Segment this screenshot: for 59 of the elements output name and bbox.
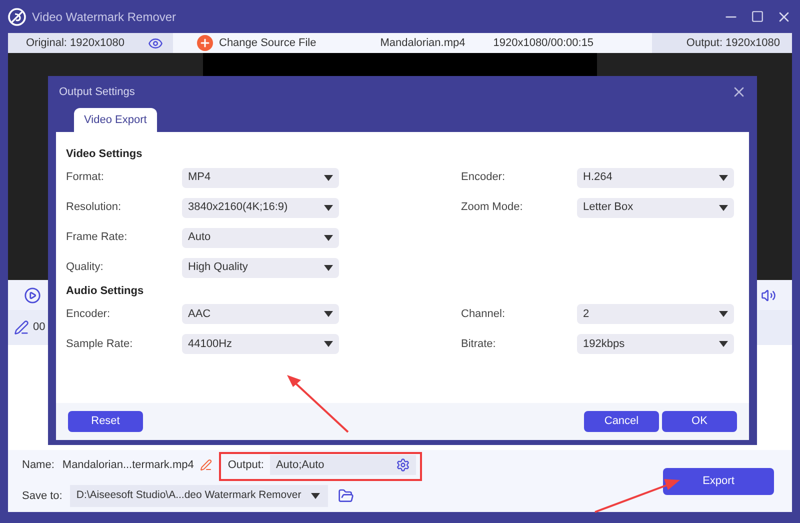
caret-icon (324, 174, 333, 180)
field-label: Zoom Mode: (461, 200, 524, 216)
logo-icon (8, 8, 26, 26)
output-resolution: Output: 1920x1080 (652, 33, 792, 53)
time-label: 00 (33, 320, 46, 336)
volume-icon[interactable] (761, 288, 776, 302)
play-icon[interactable] (24, 286, 41, 304)
cancel-button[interactable]: Cancel (584, 411, 659, 432)
ok-button[interactable]: OK (662, 411, 737, 432)
caret-icon (324, 234, 333, 240)
dropdown[interactable]: AAC (182, 304, 339, 324)
field-label: Sample Rate: (66, 336, 134, 352)
caret-icon (719, 174, 728, 180)
dropdown[interactable]: H.264 (577, 168, 734, 188)
file-info: 1920x1080/00:00:15 (493, 36, 594, 51)
field-label: Resolution: (66, 200, 122, 216)
arrow-annotation (284, 372, 350, 434)
caret-icon (324, 341, 333, 347)
name-label: Name: (22, 458, 54, 473)
output-field[interactable]: Auto;Auto (270, 455, 416, 475)
change-source-button[interactable]: Change Source File (197, 34, 316, 52)
field-label: Bitrate: (461, 336, 497, 352)
original-tab: Original: 1920x1080 (8, 33, 173, 53)
field-label: Channel: (461, 306, 506, 322)
section-title: Video Settings (66, 147, 144, 162)
section-title: Audio Settings (66, 284, 145, 298)
window-title: Video Watermark Remover (32, 8, 176, 26)
caret-icon (311, 493, 320, 499)
save-path-dropdown[interactable]: D:\Aiseesoft Studio\A...deo Watermark Remover (70, 485, 328, 507)
dropdown[interactable]: Letter Box (577, 198, 734, 218)
field-label: Format: (66, 170, 105, 186)
dropdown[interactable]: 3840x2160(4K;16:9) (182, 198, 339, 218)
field-label: Encoder: (66, 306, 112, 322)
dropdown[interactable]: High Quality (182, 258, 339, 278)
field-label: Frame Rate: (66, 230, 128, 246)
dropdown[interactable]: 44100Hz (182, 334, 339, 354)
save-to-label: Save to: (22, 488, 62, 504)
dropdown[interactable]: 192kbps (577, 334, 734, 354)
dropdown[interactable]: MP4 (182, 168, 339, 188)
caret-icon (719, 204, 728, 210)
edit-icon[interactable] (200, 459, 212, 471)
file-name-value: Mandalorian...termark.mp4 (62, 458, 194, 473)
dialog-title: Output Settings (59, 84, 135, 100)
export-button[interactable]: Export (663, 468, 774, 494)
dropdown[interactable]: Auto (182, 228, 339, 248)
caret-icon (324, 204, 333, 210)
folder-icon[interactable] (338, 488, 354, 504)
file-name: Mandalorian.mp4 (380, 36, 466, 51)
caret-icon (324, 264, 333, 270)
output-label: Output: (228, 458, 264, 473)
eye-icon[interactable] (148, 36, 164, 50)
tab[interactable]: Video Export (74, 108, 157, 132)
settings-icon[interactable] (396, 458, 410, 472)
dropdown[interactable]: 2 (577, 304, 734, 324)
maximize-icon[interactable] (751, 10, 764, 23)
field-label: Encoder: (461, 170, 506, 186)
reset-button[interactable]: Reset (68, 411, 143, 432)
field-label: Quality: (66, 260, 104, 276)
caret-icon (719, 341, 728, 347)
